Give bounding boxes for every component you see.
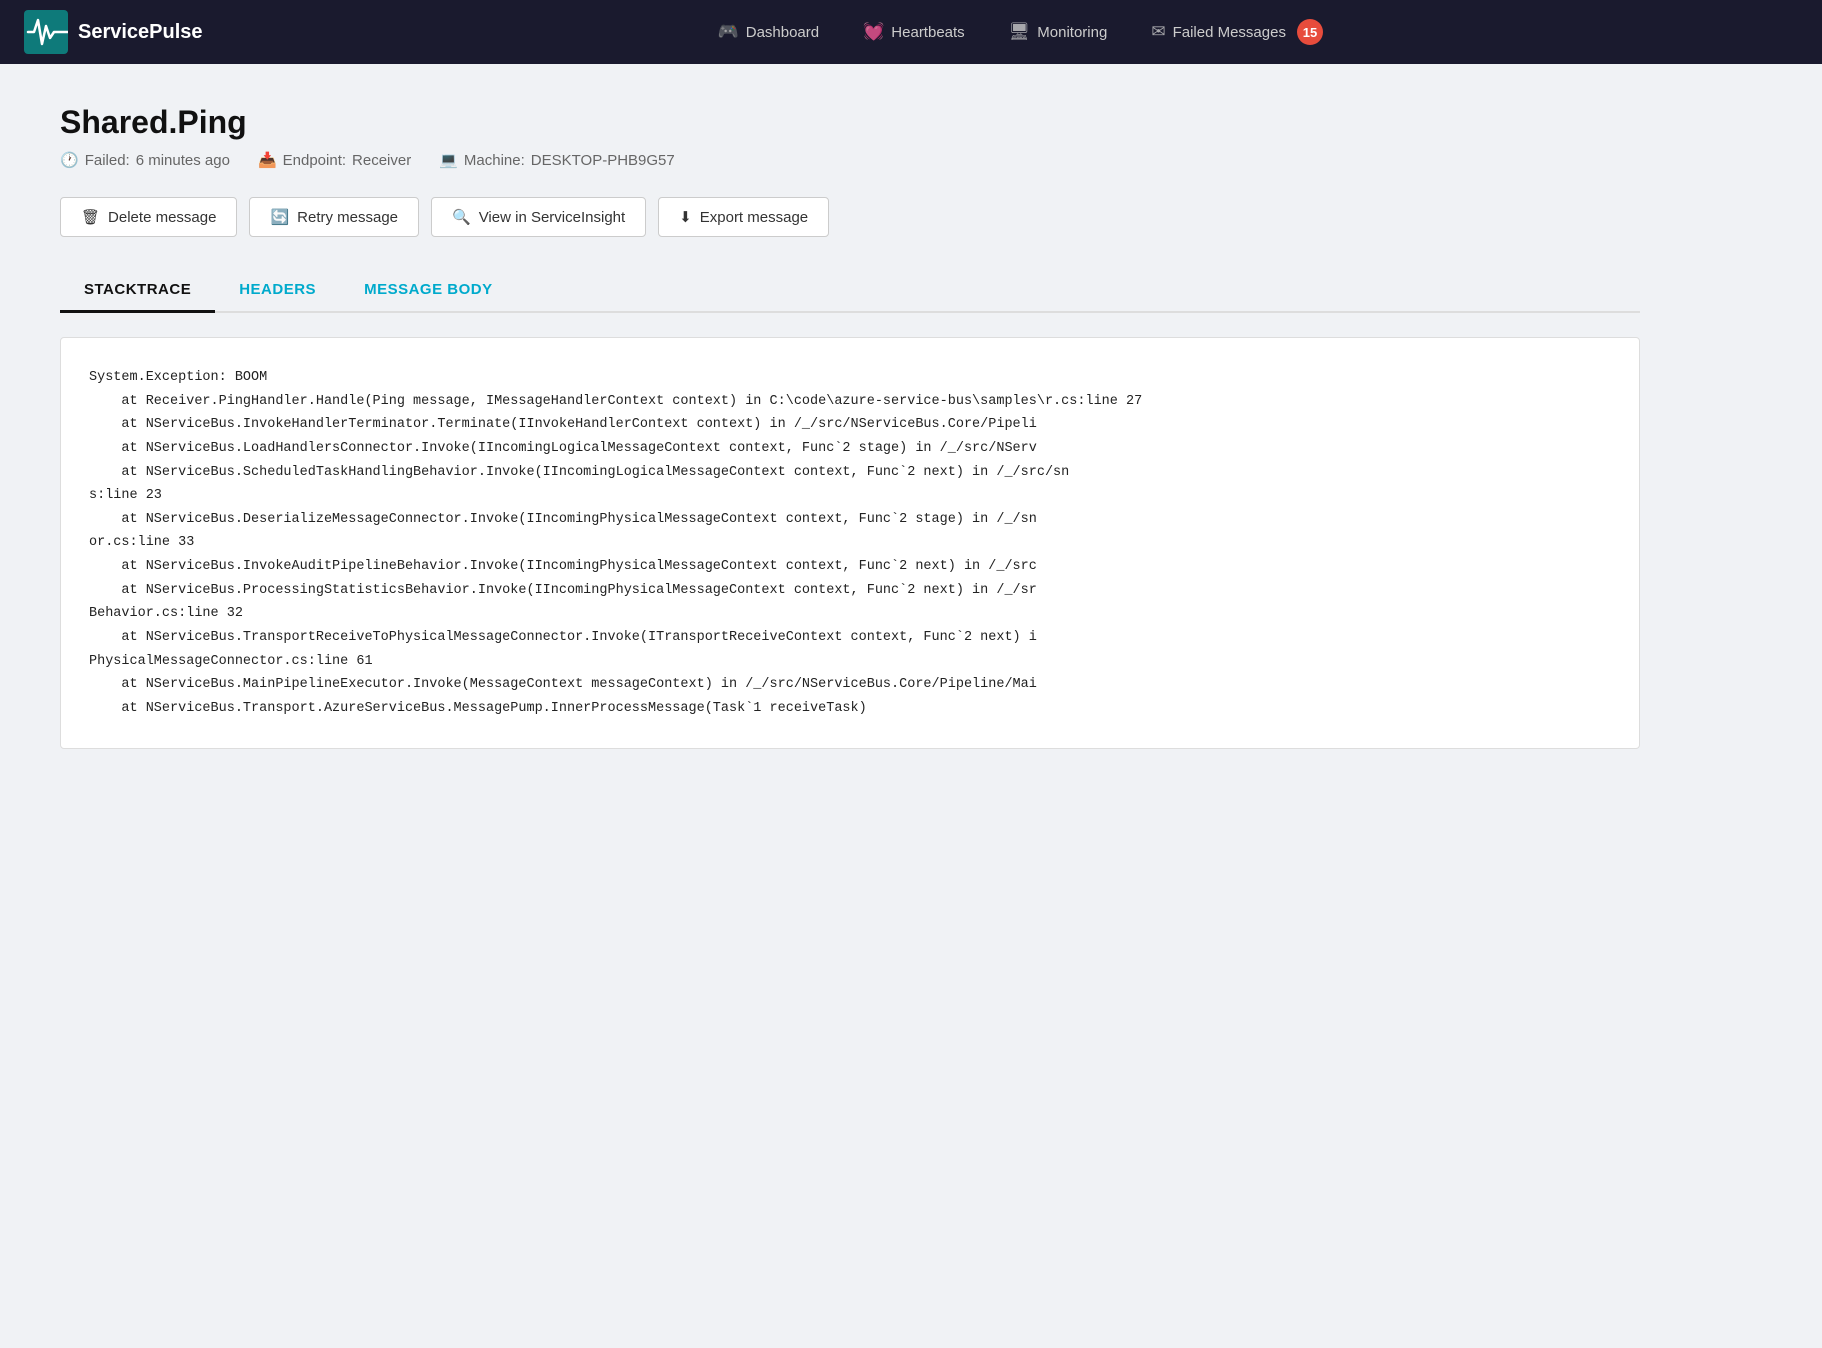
- meta-machine-value: DESKTOP-PHB9G57: [531, 152, 675, 169]
- stacktrace-container: System.Exception: BOOM at Receiver.PingH…: [60, 337, 1640, 749]
- tab-stacktrace[interactable]: STACKTRACE: [60, 269, 215, 313]
- nav-monitoring[interactable]: 🖥 Monitoring: [991, 14, 1126, 50]
- retry-icon: 🔄: [270, 208, 289, 226]
- action-buttons: 🗑 Delete message 🔄 Retry message 🔍 View …: [60, 197, 1640, 237]
- stacktrace-text: System.Exception: BOOM at Receiver.PingH…: [89, 366, 1611, 720]
- monitoring-icon: 🖥: [1009, 22, 1031, 42]
- navbar: ServicePulse 🎮 Dashboard 💓 Heartbeats 🖥 …: [0, 0, 1822, 64]
- retry-message-label: Retry message: [297, 209, 398, 226]
- tabs: STACKTRACE HEADERS MESSAGE BODY: [60, 269, 1640, 313]
- nav-dashboard[interactable]: 🎮 Dashboard: [700, 14, 838, 50]
- nav-failed-messages[interactable]: ✉ Failed Messages 15: [1133, 11, 1341, 53]
- dashboard-icon: 🎮: [718, 22, 739, 42]
- export-message-button[interactable]: ⬇ Export message: [658, 197, 829, 237]
- meta-endpoint-label: Endpoint:: [283, 152, 346, 169]
- meta-failed-label: Failed:: [85, 152, 130, 169]
- nav-heartbeats-label: Heartbeats: [891, 24, 964, 41]
- meta-machine: 💻 Machine: DESKTOP-PHB9G57: [439, 151, 675, 169]
- delete-icon: 🗑: [81, 208, 100, 226]
- view-icon: 🔍: [452, 208, 471, 226]
- brand-logo: [24, 10, 68, 54]
- meta-endpoint: 📥 Endpoint: Receiver: [258, 151, 411, 169]
- brand[interactable]: ServicePulse: [24, 10, 203, 54]
- delete-message-label: Delete message: [108, 209, 216, 226]
- nav-heartbeats[interactable]: 💓 Heartbeats: [845, 14, 983, 50]
- meta-row: 🕐 Failed: 6 minutes ago 📥 Endpoint: Rece…: [60, 151, 1640, 169]
- view-in-serviceinsight-label: View in ServiceInsight: [479, 209, 625, 226]
- export-icon: ⬇: [679, 208, 692, 226]
- page-title: Shared.Ping: [60, 104, 1640, 141]
- failed-messages-icon: ✉: [1151, 22, 1165, 42]
- brand-name: ServicePulse: [78, 21, 203, 44]
- meta-machine-label: Machine:: [464, 152, 525, 169]
- meta-failed: 🕐 Failed: 6 minutes ago: [60, 151, 230, 169]
- endpoint-icon: 📥: [258, 151, 277, 169]
- heartbeats-icon: 💓: [863, 22, 884, 42]
- retry-message-button[interactable]: 🔄 Retry message: [249, 197, 419, 237]
- meta-endpoint-value: Receiver: [352, 152, 411, 169]
- delete-message-button[interactable]: 🗑 Delete message: [60, 197, 237, 237]
- navbar-nav: 🎮 Dashboard 💓 Heartbeats 🖥 Monitoring ✉ …: [243, 11, 1798, 53]
- machine-icon: 💻: [439, 151, 458, 169]
- tab-message-body[interactable]: MESSAGE BODY: [340, 269, 517, 313]
- failed-messages-badge: 15: [1297, 19, 1323, 45]
- meta-failed-time: 6 minutes ago: [136, 152, 230, 169]
- clock-icon: 🕐: [60, 151, 79, 169]
- tab-headers[interactable]: HEADERS: [215, 269, 340, 313]
- nav-dashboard-label: Dashboard: [746, 24, 819, 41]
- nav-failed-messages-label: Failed Messages: [1173, 24, 1286, 41]
- export-message-label: Export message: [700, 209, 808, 226]
- nav-monitoring-label: Monitoring: [1037, 24, 1107, 41]
- page-content: Shared.Ping 🕐 Failed: 6 minutes ago 📥 En…: [0, 64, 1700, 789]
- view-in-serviceinsight-button[interactable]: 🔍 View in ServiceInsight: [431, 197, 646, 237]
